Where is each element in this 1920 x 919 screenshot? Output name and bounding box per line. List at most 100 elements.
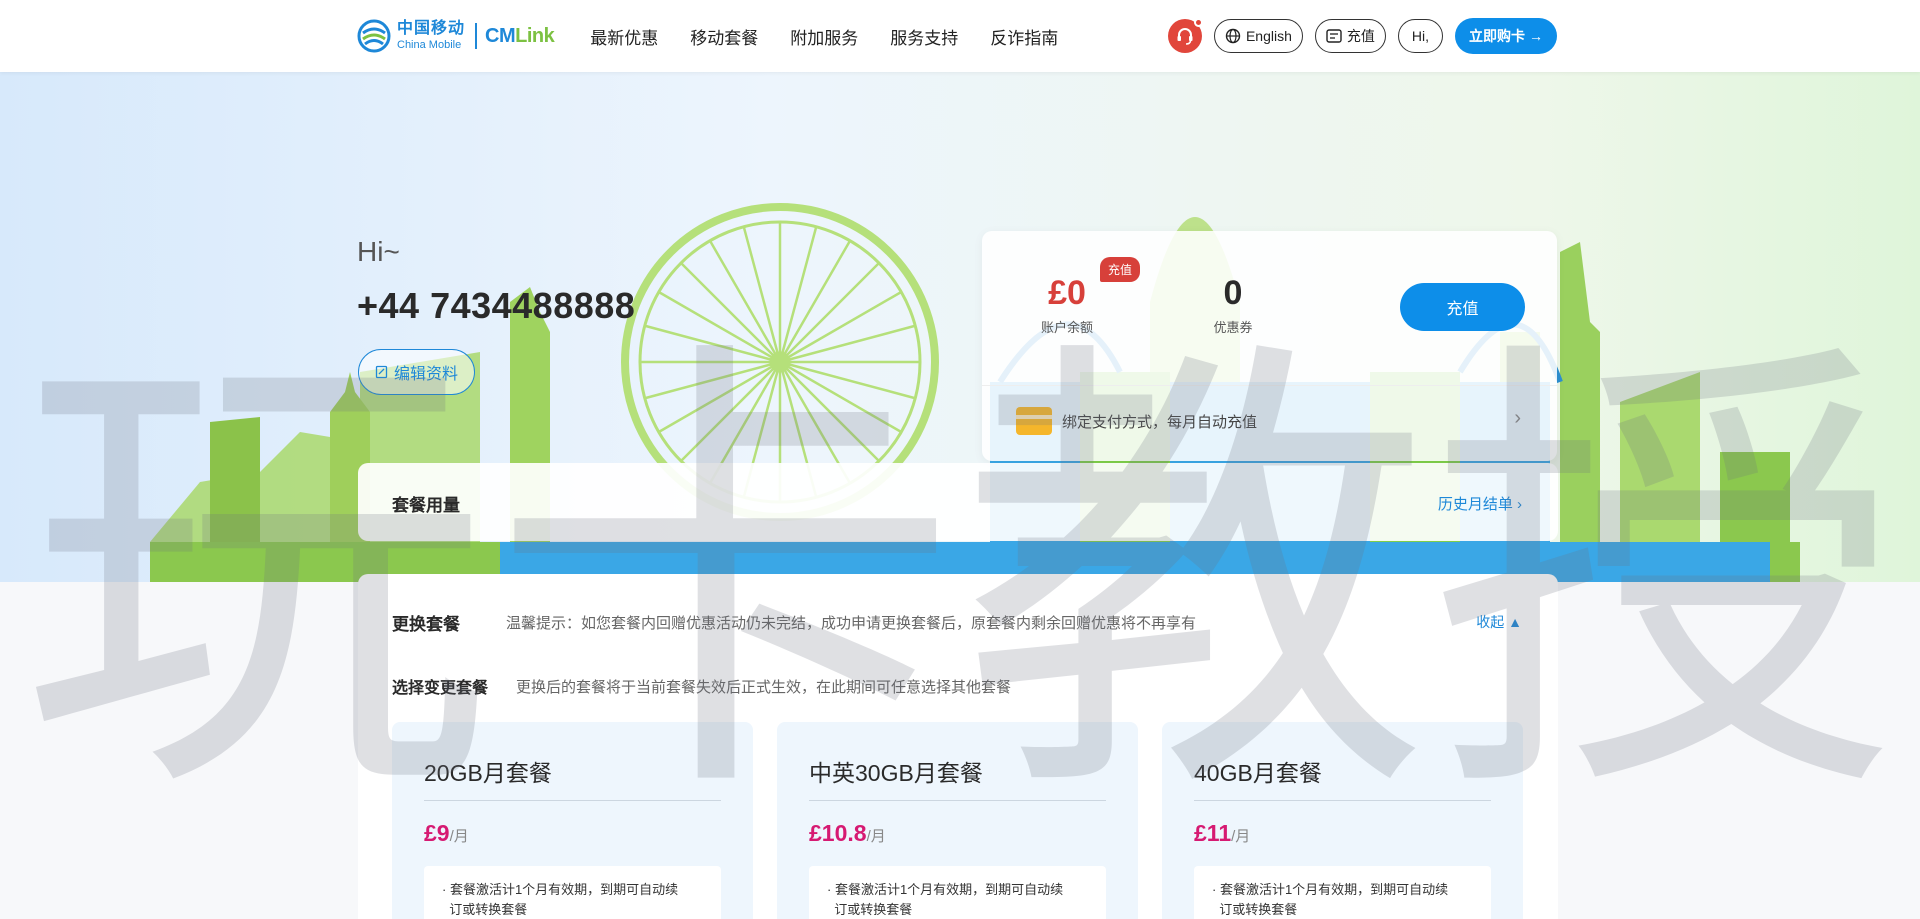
plan-name: 20GB月套餐	[424, 760, 552, 786]
greeting-text: Hi~	[357, 236, 400, 267]
nav-item-plans[interactable]: 移动套餐	[690, 24, 758, 49]
edit-profile-label: 编辑资料	[393, 366, 458, 383]
card-divider	[982, 385, 1557, 386]
plan-desc-line-1: · 套餐激活计1个月有效期，到期可自动续	[1212, 882, 1449, 897]
plan-desc-text-1: 套餐激活计1个月有效期，到期可自动续	[834, 882, 1064, 897]
header-inner: 中国移动 China Mobile CMLink 最新优惠 移动套餐 附加服务 …	[357, 0, 1557, 72]
plan-desc-text-1: 套餐激活计1个月有效期，到期可自动续	[449, 882, 679, 897]
chevron-right-icon[interactable]: ›	[1514, 407, 1521, 430]
history-statement-link[interactable]: 历史月结单 ›	[1438, 493, 1522, 514]
plan-desc-line-2: 订或转换套餐	[442, 900, 709, 919]
buy-card-button[interactable]: 立即购卡 →	[1455, 18, 1557, 54]
autopay-text: 绑定支付方式，每月自动充值	[1062, 413, 1258, 431]
plan-price-unit: /月	[1231, 828, 1251, 845]
caret-up-icon: ▲	[1508, 614, 1522, 630]
nav-item-anti-fraud[interactable]: 反诈指南	[990, 24, 1058, 49]
plan-description: · 套餐激活计1个月有效期，到期可自动续 订或转换套餐	[424, 866, 721, 919]
language-label: English	[1245, 28, 1292, 44]
notification-dot	[1193, 18, 1203, 27]
autopay-row[interactable]: 绑定支付方式，每月自动充值	[1016, 407, 1257, 435]
ferris-wheel-spoke	[742, 226, 782, 363]
balance-block: £0 账户余额	[1040, 274, 1094, 336]
customer-service-button[interactable]	[1167, 18, 1203, 53]
account-card: £0 账户余额 充值 0 优惠券 充值 绑定支付方式，每月自动充值 ›	[982, 231, 1557, 461]
balance-label: 账户余额	[1040, 320, 1093, 335]
header-right-tools: English 充值 Hi, 立即购卡 →	[1167, 18, 1557, 54]
plan-desc-text-2: 订或转换套餐	[834, 902, 913, 917]
select-plan-title: 选择变更套餐	[392, 680, 489, 697]
plan-list: 20GB月套餐 £9/月 · 套餐激活计1个月有效期，到期可自动续 订或转换套餐…	[392, 722, 1523, 919]
ferris-wheel-spoke	[644, 324, 781, 364]
logo-text: 中国移动 China Mobile	[397, 21, 465, 51]
plan-desc-line-2: 订或转换套餐	[827, 900, 1094, 919]
plan-card[interactable]: 中英30GB月套餐 £10.8/月 · 套餐激活计1个月有效期，到期可自动续 订…	[777, 722, 1138, 919]
china-mobile-logo-icon	[357, 19, 391, 53]
history-link-label: 历史月结单	[1437, 496, 1513, 513]
topup-badge[interactable]: 充值	[1100, 257, 1141, 282]
plan-price: £10.8/月	[809, 820, 886, 847]
plan-desc-line-2: 订或转换套餐	[1212, 900, 1479, 919]
main-nav: 最新优惠 移动套餐 附加服务 服务支持 反诈指南	[590, 24, 1058, 49]
change-plan-title: 更换套餐	[392, 615, 460, 634]
plan-desc-text-2: 订或转换套餐	[449, 902, 528, 917]
plan-divider	[809, 800, 1106, 801]
coupon-block[interactable]: 0 优惠券	[1206, 274, 1260, 336]
plan-desc-text-1: 套餐激活计1个月有效期，到期可自动续	[1219, 882, 1449, 897]
plan-desc-line-1: · 套餐激活计1个月有效期，到期可自动续	[442, 882, 679, 897]
header-topup-button[interactable]: 充值	[1314, 19, 1386, 53]
change-plan-tip: 温馨提示：如您套餐内回赠优惠活动仍未完结，成功申请更换套餐后，原套餐内剩余回赠优…	[506, 615, 1197, 632]
plan-usage-card: 套餐用量 历史月结单 ›	[358, 463, 1558, 541]
logo-divider	[475, 23, 478, 49]
edit-icon	[375, 365, 388, 379]
logo-cn: 中国移动	[397, 20, 466, 37]
topup-card-icon	[1326, 29, 1342, 43]
change-plan-section: 更换套餐 温馨提示：如您套餐内回赠优惠活动仍未完结，成功申请更换套餐后，原套餐内…	[358, 574, 1558, 919]
credit-card-icon	[1016, 407, 1052, 435]
usage-title: 套餐用量	[392, 496, 460, 515]
cmlink-accent: Link	[515, 24, 555, 47]
plan-name: 40GB月套餐	[1194, 760, 1322, 786]
topup-label: 充值	[1346, 28, 1375, 44]
plan-divider	[1194, 800, 1491, 801]
coupon-count: 0	[1223, 274, 1243, 312]
select-plan-tip: 更换后的套餐将于当前套餐失效后正式生效，在此期间可任意选择其他套餐	[516, 679, 1012, 696]
headset-icon	[1177, 28, 1193, 45]
collapse-button[interactable]: 收起 ▲	[1476, 612, 1522, 632]
top-header: 中国移动 China Mobile CMLink 最新优惠 移动套餐 附加服务 …	[0, 0, 1920, 72]
plan-desc-text-2: 订或转换套餐	[1219, 902, 1298, 917]
nav-item-addons[interactable]: 附加服务	[790, 24, 858, 49]
phone-number: +44 7434488888	[357, 285, 636, 326]
arrow-right-icon: →	[1529, 28, 1543, 44]
nav-item-offers[interactable]: 最新优惠	[590, 24, 658, 49]
plan-price: £11/月	[1194, 820, 1250, 847]
cmlink-text: CM	[485, 24, 516, 47]
balance-value: £0	[1048, 274, 1086, 312]
plan-price-value: £11	[1194, 820, 1232, 846]
recharge-button[interactable]: 充值	[1400, 283, 1525, 331]
plan-card[interactable]: 40GB月套餐 £11/月 · 套餐激活计1个月有效期，到期可自动续 订或转换套…	[1162, 722, 1523, 919]
language-switch-button[interactable]: English	[1213, 19, 1303, 53]
plan-desc-line-1: · 套餐激活计1个月有效期，到期可自动续	[827, 882, 1064, 897]
plan-description: · 套餐激活计1个月有效期，到期可自动续 订或转换套餐	[809, 866, 1106, 919]
ferris-wheel-spoke	[644, 360, 781, 400]
plan-price-unit: /月	[866, 828, 886, 845]
globe-icon	[1225, 28, 1241, 44]
plan-divider	[424, 800, 721, 801]
coupon-label: 优惠券	[1213, 320, 1253, 335]
plan-name: 中英30GB月套餐	[809, 760, 983, 786]
cmlink-logo: CMLink	[485, 24, 555, 48]
logo-en: China Mobile	[397, 39, 462, 51]
collapse-label: 收起	[1476, 614, 1505, 630]
plan-price-value: £10.8	[809, 820, 867, 846]
plan-description: · 套餐激活计1个月有效期，到期可自动续 订或转换套餐	[1194, 866, 1491, 919]
plan-price-unit: /月	[449, 828, 469, 845]
china-mobile-logo[interactable]: 中国移动 China Mobile CMLink	[357, 16, 555, 56]
plan-price: £9/月	[424, 820, 469, 847]
nav-item-support[interactable]: 服务支持	[890, 24, 958, 49]
plan-card[interactable]: 20GB月套餐 £9/月 · 套餐激活计1个月有效期，到期可自动续 订或转换套餐	[392, 722, 753, 919]
user-hi-button[interactable]: Hi,	[1397, 19, 1443, 53]
chevron-right-icon: ›	[1517, 496, 1522, 513]
ferris-wheel-spoke	[779, 324, 916, 364]
edit-profile-button[interactable]: 编辑资料	[358, 349, 475, 395]
plan-price-value: £9	[424, 820, 450, 846]
